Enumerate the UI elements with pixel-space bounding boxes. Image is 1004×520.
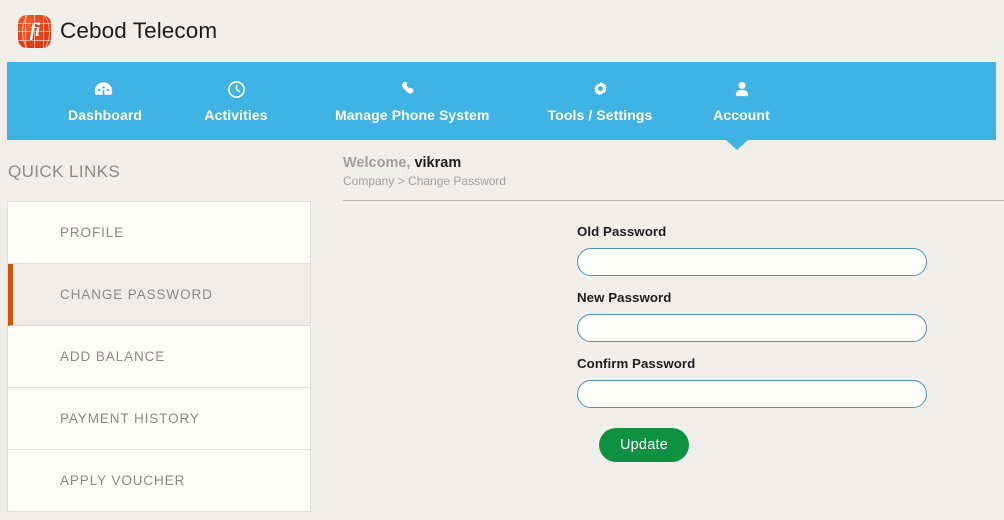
active-nav-caret-icon	[726, 140, 748, 150]
nav-label-activities: Activities	[204, 106, 268, 123]
clock-icon	[199, 80, 273, 100]
welcome-username: vikram	[414, 155, 462, 171]
old-password-input[interactable]	[577, 248, 927, 276]
nav-item-activities[interactable]: Activities	[189, 80, 283, 123]
nav-item-dashboard[interactable]: Dashboard	[58, 80, 148, 123]
navbar: Dashboard Activities Manage Phone System…	[7, 62, 996, 140]
nav-item-manage-phone-system[interactable]: Manage Phone System	[325, 80, 491, 123]
phone-icon	[335, 80, 481, 100]
new-password-label: New Password	[577, 290, 672, 305]
sidebar-item-label: APPLY VOUCHER	[60, 473, 186, 488]
nav-label-account: Account	[713, 106, 770, 123]
sidebar-item-label: PAYMENT HISTORY	[60, 411, 200, 426]
new-password-input[interactable]	[577, 314, 927, 342]
dashboard-icon	[68, 80, 138, 100]
globe-logo-icon: fi	[18, 14, 51, 48]
nav-item-account[interactable]: Account	[695, 80, 788, 123]
sidebar-item-label: CHANGE PASSWORD	[60, 287, 213, 302]
brand-header: fi Cebod Telecom	[0, 0, 1004, 62]
sidebar-item-profile[interactable]: PROFILE	[8, 202, 310, 264]
nav-label-manage-phone-system: Manage Phone System	[335, 106, 490, 123]
confirm-password-group: Confirm Password	[577, 356, 1004, 408]
page-body: QUICK LINKS PROFILE CHANGE PASSWORD ADD …	[0, 142, 1004, 512]
nav-item-tools-settings[interactable]: Tools / Settings	[528, 80, 672, 123]
confirm-password-input[interactable]	[577, 380, 927, 408]
breadcrumb: Company > Change Password	[343, 174, 507, 188]
form-actions: Update	[577, 428, 1004, 462]
sidebar-item-change-password[interactable]: CHANGE PASSWORD	[8, 264, 310, 326]
old-password-label: Old Password	[577, 224, 667, 239]
quick-links-sidebar: QUICK LINKS PROFILE CHANGE PASSWORD ADD …	[0, 142, 312, 512]
welcome-prefix: Welcome,	[343, 155, 411, 171]
user-icon	[705, 80, 778, 100]
change-password-form: Old Password New Password Confirm Passwo…	[343, 201, 1004, 462]
quick-links-title: QUICK LINKS	[8, 162, 121, 181]
confirm-password-label: Confirm Password	[577, 356, 696, 371]
brand-name: Cebod Telecom	[60, 18, 218, 43]
sidebar-item-apply-voucher[interactable]: APPLY VOUCHER	[8, 450, 310, 512]
quick-links-panel: PROFILE CHANGE PASSWORD ADD BALANCE PAYM…	[7, 201, 311, 512]
main-navigation: Dashboard Activities Manage Phone System…	[0, 62, 1004, 150]
welcome-message: Welcome, vikram	[343, 155, 1004, 171]
old-password-group: Old Password	[577, 224, 1004, 276]
new-password-group: New Password	[577, 290, 1004, 342]
nav-label-tools-settings: Tools / Settings	[547, 106, 653, 123]
sidebar-item-label: ADD BALANCE	[60, 349, 166, 364]
sidebar-item-add-balance[interactable]: ADD BALANCE	[8, 326, 310, 388]
gear-icon	[538, 80, 662, 100]
nav-label-dashboard: Dashboard	[68, 106, 143, 123]
sidebar-item-label: PROFILE	[60, 225, 125, 240]
update-button[interactable]: Update	[599, 428, 689, 462]
sidebar-item-payment-history[interactable]: PAYMENT HISTORY	[8, 388, 310, 450]
main-content: Welcome, vikram Company > Change Passwor…	[312, 142, 1004, 462]
logo-monogram: fi	[29, 20, 41, 41]
